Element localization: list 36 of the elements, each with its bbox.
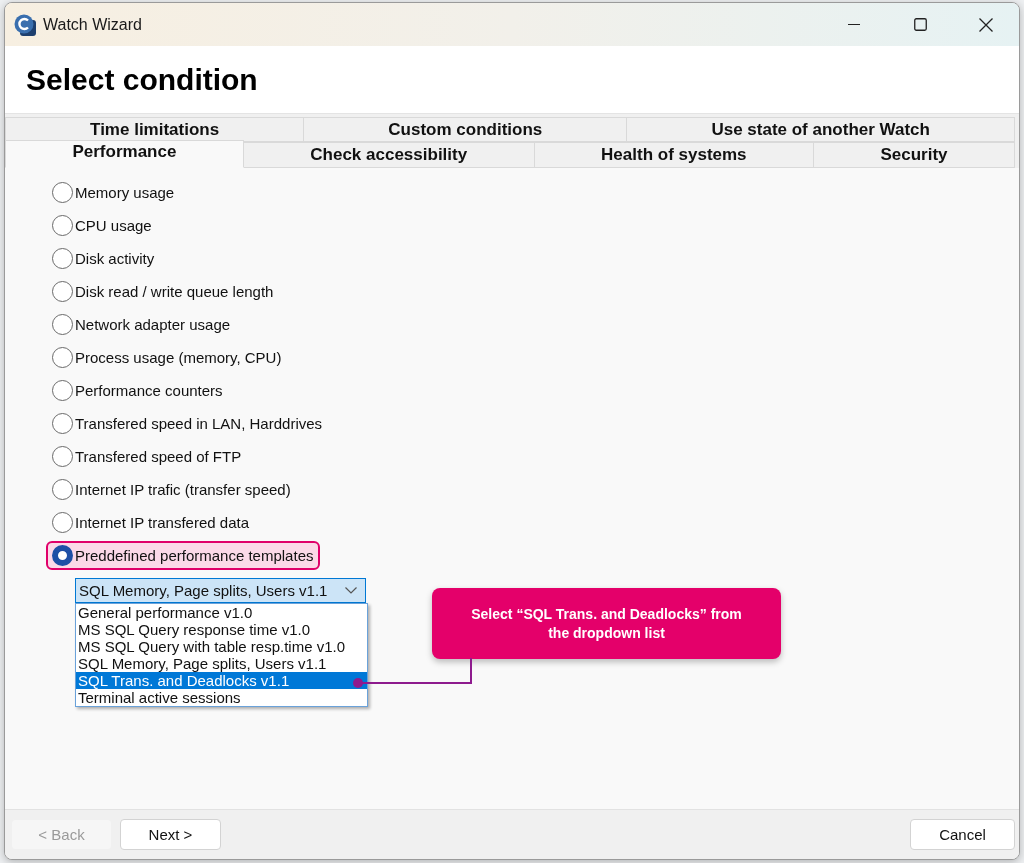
dropdown-option[interactable]: MS SQL Query with table resp.time v1.0 <box>76 638 367 655</box>
tab[interactable]: Check accessibility <box>242 142 535 168</box>
cancel-button[interactable]: Cancel <box>910 819 1015 850</box>
tab[interactable]: Security <box>813 142 1016 168</box>
dropdown-option[interactable]: SQL Trans. and Deadlocks v1.1 <box>76 672 367 689</box>
tab[interactable]: Use state of another Watch <box>626 117 1015 142</box>
dropdown-option[interactable]: General performance v1.0 <box>76 604 367 621</box>
page-title: Select condition <box>26 62 258 97</box>
chevron-down-icon <box>345 587 357 594</box>
dropdown-option[interactable]: Terminal active sessions <box>76 689 367 706</box>
callout-box: Select “SQL Trans. and Deadlocks” from the dropdown list <box>432 588 781 659</box>
tab[interactable]: Health of systems <box>533 142 815 168</box>
radio-option[interactable]: CPU usage <box>52 214 152 237</box>
radio-option[interactable]: Disk activity <box>52 247 155 270</box>
minimize-icon <box>848 24 860 25</box>
radio-option[interactable]: Internet IP trafic (transfer speed) <box>52 478 291 501</box>
radio-option[interactable]: Internet IP transfered data <box>52 511 249 534</box>
radio-option[interactable]: Performance counters <box>52 379 223 402</box>
dropdown-option[interactable]: MS SQL Query response time v1.0 <box>76 621 367 638</box>
radio-option[interactable]: Process usage (memory, CPU) <box>52 346 282 369</box>
maximize-icon <box>913 18 927 31</box>
window-title: Watch Wizard <box>43 15 142 34</box>
radio-option[interactable]: Network adapter usage <box>52 313 231 336</box>
tab[interactable]: Performance <box>5 140 244 168</box>
radio-option[interactable]: Transfered speed in LAN, Harddrives <box>52 412 323 435</box>
radio-option[interactable]: Transfered speed of FTP <box>52 445 242 468</box>
tab[interactable]: Custom conditions <box>303 117 628 142</box>
close-icon <box>979 17 993 32</box>
radio-option[interactable]: Disk read / write queue length <box>52 280 274 303</box>
radio-option[interactable]: Preddefined performance templates <box>52 544 314 567</box>
next-button[interactable]: Next > <box>120 819 221 850</box>
tab[interactable]: Time limitations <box>5 117 305 142</box>
dropdown-option[interactable]: SQL Memory, Page splits, Users v1.1 <box>76 655 367 672</box>
radio-option[interactable]: Memory usage <box>52 181 175 204</box>
app-logo-icon <box>14 13 36 36</box>
template-dropdown[interactable]: SQL Memory, Page splits, Users v1.1 <box>75 578 366 603</box>
